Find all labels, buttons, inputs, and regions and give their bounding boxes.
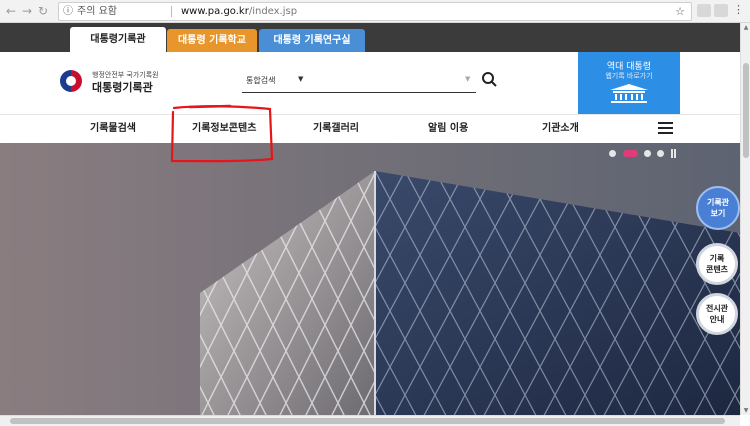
address-separator (171, 6, 172, 17)
nav-records-contents[interactable]: 기록정보콘텐츠 (192, 115, 256, 144)
slider-dot[interactable] (609, 150, 616, 157)
main-navigation: 기록물검색 기록정보콘텐츠 기록갤러리 알림 이용 기관소개 (0, 114, 750, 144)
quick-button-records-contents[interactable]: 기록 콘텐츠 (696, 243, 738, 285)
scroll-down-icon[interactable]: ▼ (741, 406, 750, 415)
slider-dot[interactable] (644, 150, 651, 157)
forward-icon[interactable]: → (22, 3, 32, 19)
caret-down-icon[interactable]: ▼ (465, 75, 470, 83)
nav-records-gallery[interactable]: 기록갤러리 (313, 115, 359, 144)
logo-title[interactable]: 대통령기록관 (92, 79, 153, 95)
promo-subtitle: 웹기록 바로가기 (605, 72, 653, 80)
reload-icon[interactable]: ↻ (38, 3, 48, 19)
quick-button-label: 기록관 보기 (706, 198, 730, 218)
extension-icon[interactable] (697, 4, 711, 17)
browser-menu-icon[interactable]: ⋮ (733, 2, 744, 18)
slider-pause-icon[interactable] (671, 149, 676, 158)
search-underline (242, 92, 476, 93)
horizontal-scroll-thumb[interactable] (10, 418, 725, 424)
search-scope-select[interactable]: 통합검색 (246, 75, 275, 86)
url-path: /index.jsp (248, 6, 298, 17)
security-label: 주의 요함 (77, 6, 117, 17)
quick-button-label: 기록 콘텐츠 (705, 254, 729, 274)
browser-toolbar: ← → ↻ ⓘ 주의 요함 www.pa.go.kr/index.jsp ☆ ⋮ (0, 0, 750, 23)
url-text[interactable]: www.pa.go.kr/index.jsp (181, 3, 297, 20)
info-icon[interactable]: ⓘ (63, 3, 73, 20)
vertical-scrollbar[interactable]: ▲ ▼ (740, 23, 750, 415)
back-icon[interactable]: ← (6, 3, 16, 19)
nav-notices[interactable]: 알림 이용 (428, 115, 468, 144)
search-input[interactable] (306, 71, 468, 91)
quick-button-label: 전시관 안내 (705, 304, 729, 324)
search-icon[interactable] (480, 70, 500, 90)
address-bar[interactable]: ⓘ 주의 요함 www.pa.go.kr/index.jsp ☆ (58, 2, 692, 21)
slider-dot-active[interactable] (623, 150, 638, 157)
tab-archives[interactable]: 대통령기록관 (70, 27, 166, 52)
scroll-up-icon[interactable]: ▲ (741, 23, 750, 32)
menu-hamburger-icon[interactable] (658, 122, 673, 134)
slider-dot[interactable] (657, 150, 664, 157)
extension-icon[interactable] (714, 4, 728, 17)
nav-records-search[interactable]: 기록물검색 (90, 115, 136, 144)
caret-down-icon[interactable]: ▼ (298, 75, 303, 83)
tab-records-school[interactable]: 대통령 기록학교 (167, 29, 257, 52)
presidential-web-records-banner[interactable]: 역대 대통령 웹기록 바로가기 (578, 52, 680, 114)
blue-house-icon (610, 84, 648, 103)
tab-records-lab[interactable]: 대통령 기록연구실 (259, 29, 365, 52)
nav-about[interactable]: 기관소개 (542, 115, 579, 144)
quick-button-archive-view[interactable]: 기록관 보기 (696, 186, 740, 230)
bookmark-star-icon[interactable]: ☆ (675, 3, 685, 20)
vertical-scroll-thumb[interactable] (743, 63, 749, 158)
hero-banner-image (0, 143, 740, 415)
quick-button-exhibition-guide[interactable]: 전시관 안내 (696, 293, 738, 335)
building-illustration (0, 143, 740, 415)
url-host: www.pa.go.kr (181, 6, 249, 17)
horizontal-scrollbar[interactable] (0, 415, 740, 426)
government-emblem-icon[interactable] (60, 70, 82, 92)
